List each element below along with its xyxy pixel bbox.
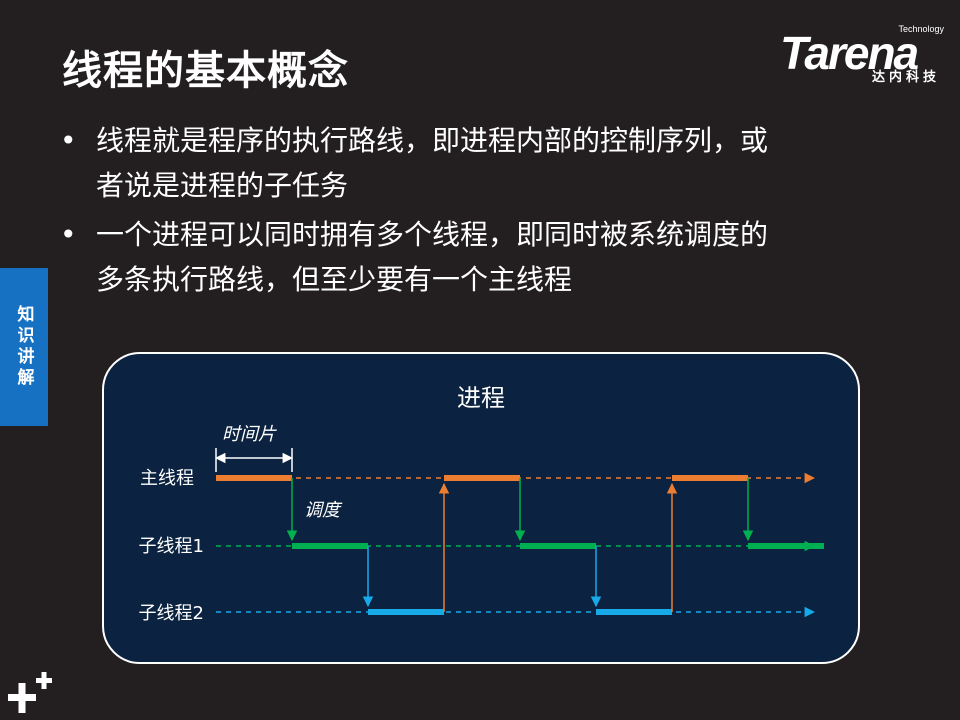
thread-label-child2: 子线程2	[139, 603, 204, 624]
thread-label-main: 主线程	[140, 468, 194, 489]
bullet-line: 者说是进程的子任务	[96, 169, 349, 202]
bullet-line: 一个进程可以同时拥有多个线程，即同时被系统调度的	[96, 218, 769, 251]
bullet-dot: •	[60, 218, 77, 251]
slide-title: 线程的基本概念	[62, 48, 349, 94]
tarena-logo: Technology Tarena 达内科技	[780, 22, 950, 85]
bullet-list: • 线程就是程序的执行路线，即进程内部的控制序列，或 者说是进程的子任务 • 一…	[60, 118, 900, 306]
plus-plus-icon	[8, 672, 52, 713]
side-tab[interactable]: 知识讲解	[0, 268, 48, 426]
diagram-canvas: 进程 时间片 调度 主线程 子线程1 子线程2	[139, 384, 824, 624]
bullet-line: 线程就是程序的执行路线，即进程内部的控制序列，或	[96, 124, 769, 157]
diagram-title: 进程	[457, 384, 505, 412]
bullet-dot: •	[60, 124, 77, 157]
bullet-line: 多条执行路线，但至少要有一个主线程	[96, 263, 573, 296]
side-tab-label: 知识讲解	[13, 305, 34, 389]
time-slice-label: 时间片	[222, 424, 277, 445]
bullet-item: • 线程就是程序的执行路线，即进程内部的控制序列，或 者说是进程的子任务	[60, 118, 900, 208]
schedule-label: 调度	[304, 500, 343, 521]
thread-label-child1: 子线程1	[139, 536, 204, 557]
logo-subtitle: 达内科技	[871, 70, 940, 85]
bullet-item: • 一个进程可以同时拥有多个线程，即同时被系统调度的 多条执行路线，但至少要有一…	[60, 212, 900, 302]
thread-scheduling-diagram: 进程 时间片 调度 主线程 子线程1 子线程2	[102, 352, 860, 664]
